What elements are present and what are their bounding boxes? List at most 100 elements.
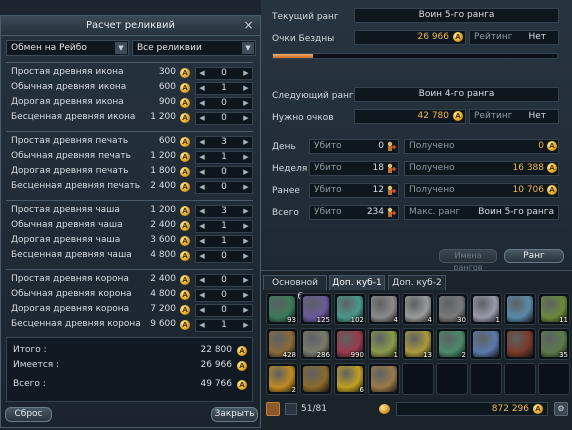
quantity-stepper[interactable]: ◀ 1 ▶	[195, 82, 253, 95]
close-icon[interactable]: ×	[242, 19, 255, 32]
quantity-stepper[interactable]: ◀ 0 ▶	[195, 166, 253, 179]
increment-arrow-icon[interactable]: ▶	[241, 251, 251, 262]
quantity-value[interactable]: 0	[208, 113, 240, 124]
quantity-stepper[interactable]: ◀ 0 ▶	[195, 289, 253, 302]
quantity-value[interactable]: 1	[208, 320, 240, 331]
close-button[interactable]: Закрыть	[211, 407, 258, 422]
quantity-value[interactable]: 0	[208, 68, 240, 79]
sort-icon[interactable]	[285, 403, 297, 415]
name-rating-button[interactable]: Имена рангов	[439, 249, 497, 272]
inventory-slot[interactable]: 6	[334, 363, 366, 395]
quantity-value[interactable]: 0	[208, 98, 240, 109]
inventory-slot[interactable]: 990	[334, 328, 366, 360]
quantity-stepper[interactable]: ◀ 3 ▶	[195, 205, 253, 218]
increment-arrow-icon[interactable]: ▶	[241, 152, 251, 163]
inventory-slot[interactable]	[504, 293, 536, 325]
quantity-value[interactable]: 0	[208, 275, 240, 286]
tab-extra-cube-1[interactable]: Доп. куб-1	[329, 275, 385, 290]
inventory-slot[interactable]: 102	[334, 293, 366, 325]
tab-main-cube[interactable]: Основной куб	[263, 275, 327, 302]
quantity-value[interactable]: 0	[208, 251, 240, 262]
increment-arrow-icon[interactable]: ▶	[241, 236, 251, 247]
quantity-stepper[interactable]: ◀ 0 ▶	[195, 97, 253, 110]
quantity-value[interactable]: 1	[208, 236, 240, 247]
inventory-slot[interactable]: 13	[402, 328, 434, 360]
quantity-value[interactable]: 1	[208, 152, 240, 163]
increment-arrow-icon[interactable]: ▶	[241, 305, 251, 316]
quantity-stepper[interactable]: ◀ 0 ▶	[195, 112, 253, 125]
quantity-value[interactable]: 1	[208, 83, 240, 94]
inventory-slot[interactable]: 1	[470, 293, 502, 325]
settings-icon[interactable]: ⚙	[554, 402, 568, 416]
quantity-stepper[interactable]: ◀ 0 ▶	[195, 304, 253, 317]
inventory-slot[interactable]: 1	[368, 328, 400, 360]
exchange-dropdown[interactable]: Обмен на Рейбо ▼	[6, 40, 129, 56]
decrement-arrow-icon[interactable]: ◀	[197, 305, 207, 316]
increment-arrow-icon[interactable]: ▶	[241, 275, 251, 286]
decrement-arrow-icon[interactable]: ◀	[197, 83, 207, 94]
inventory-slot[interactable]	[402, 363, 434, 395]
tab-extra-cube-2[interactable]: Доп. куб-2	[388, 275, 446, 290]
decrement-arrow-icon[interactable]: ◀	[197, 320, 207, 331]
decrement-arrow-icon[interactable]: ◀	[197, 167, 207, 178]
filter-dropdown[interactable]: Все реликвии ▼	[132, 40, 256, 56]
quantity-stepper[interactable]: ◀ 1 ▶	[195, 235, 253, 248]
decrement-arrow-icon[interactable]: ◀	[197, 236, 207, 247]
inventory-slot[interactable]: 4	[402, 293, 434, 325]
inventory-slot[interactable]: 35	[538, 328, 570, 360]
inventory-slot[interactable]	[436, 363, 468, 395]
inventory-slot[interactable]: 93	[266, 293, 298, 325]
quantity-value[interactable]: 3	[208, 137, 240, 148]
quantity-stepper[interactable]: ◀ 0 ▶	[195, 274, 253, 287]
inventory-slot[interactable]: 428	[266, 328, 298, 360]
quantity-stepper[interactable]: ◀ 0 ▶	[195, 250, 253, 263]
inventory-slot[interactable]: 11	[538, 293, 570, 325]
decrement-arrow-icon[interactable]: ◀	[197, 113, 207, 124]
increment-arrow-icon[interactable]: ▶	[241, 137, 251, 148]
increment-arrow-icon[interactable]: ▶	[241, 221, 251, 232]
inventory-slot[interactable]	[300, 363, 332, 395]
increment-arrow-icon[interactable]: ▶	[241, 68, 251, 79]
reset-button[interactable]: Сброс	[5, 407, 52, 422]
quantity-value[interactable]: 0	[208, 305, 240, 316]
increment-arrow-icon[interactable]: ▶	[241, 206, 251, 217]
increment-arrow-icon[interactable]: ▶	[241, 113, 251, 124]
quantity-value[interactable]: 0	[208, 290, 240, 301]
decrement-arrow-icon[interactable]: ◀	[197, 221, 207, 232]
decrement-arrow-icon[interactable]: ◀	[197, 275, 207, 286]
decrement-arrow-icon[interactable]: ◀	[197, 206, 207, 217]
inventory-slot[interactable]: 286	[300, 328, 332, 360]
decrement-arrow-icon[interactable]: ◀	[197, 98, 207, 109]
decrement-arrow-icon[interactable]: ◀	[197, 68, 207, 79]
increment-arrow-icon[interactable]: ▶	[241, 83, 251, 94]
inventory-slot[interactable]: 2	[266, 363, 298, 395]
decrement-arrow-icon[interactable]: ◀	[197, 137, 207, 148]
inventory-slot[interactable]: 30	[436, 293, 468, 325]
quantity-stepper[interactable]: ◀ 3 ▶	[195, 136, 253, 149]
inventory-slot[interactable]	[368, 363, 400, 395]
chevron-down-icon[interactable]: ▼	[115, 42, 127, 54]
rank-button[interactable]: Ранг	[504, 249, 564, 263]
decrement-arrow-icon[interactable]: ◀	[197, 182, 207, 193]
inventory-slot[interactable]: 4	[368, 293, 400, 325]
inventory-slot[interactable]	[470, 328, 502, 360]
increment-arrow-icon[interactable]: ▶	[241, 98, 251, 109]
quantity-stepper[interactable]: ◀ 1 ▶	[195, 319, 253, 332]
inventory-slot[interactable]	[470, 363, 502, 395]
increment-arrow-icon[interactable]: ▶	[241, 182, 251, 193]
increment-arrow-icon[interactable]: ▶	[241, 290, 251, 301]
inventory-slot[interactable]	[504, 328, 536, 360]
decrement-arrow-icon[interactable]: ◀	[197, 152, 207, 163]
inventory-slot[interactable]	[504, 363, 536, 395]
inventory-slot[interactable]: 125	[300, 293, 332, 325]
decrement-arrow-icon[interactable]: ◀	[197, 251, 207, 262]
decrement-arrow-icon[interactable]: ◀	[197, 290, 207, 301]
inventory-slot[interactable]	[538, 363, 570, 395]
window-title-bar[interactable]: Расчет реликвий	[1, 16, 260, 36]
quantity-stepper[interactable]: ◀ 1 ▶	[195, 151, 253, 164]
chevron-down-icon[interactable]: ▼	[242, 42, 254, 54]
bag-icon[interactable]	[266, 402, 280, 416]
increment-arrow-icon[interactable]: ▶	[241, 320, 251, 331]
quantity-value[interactable]: 0	[208, 182, 240, 193]
quantity-value[interactable]: 1	[208, 221, 240, 232]
